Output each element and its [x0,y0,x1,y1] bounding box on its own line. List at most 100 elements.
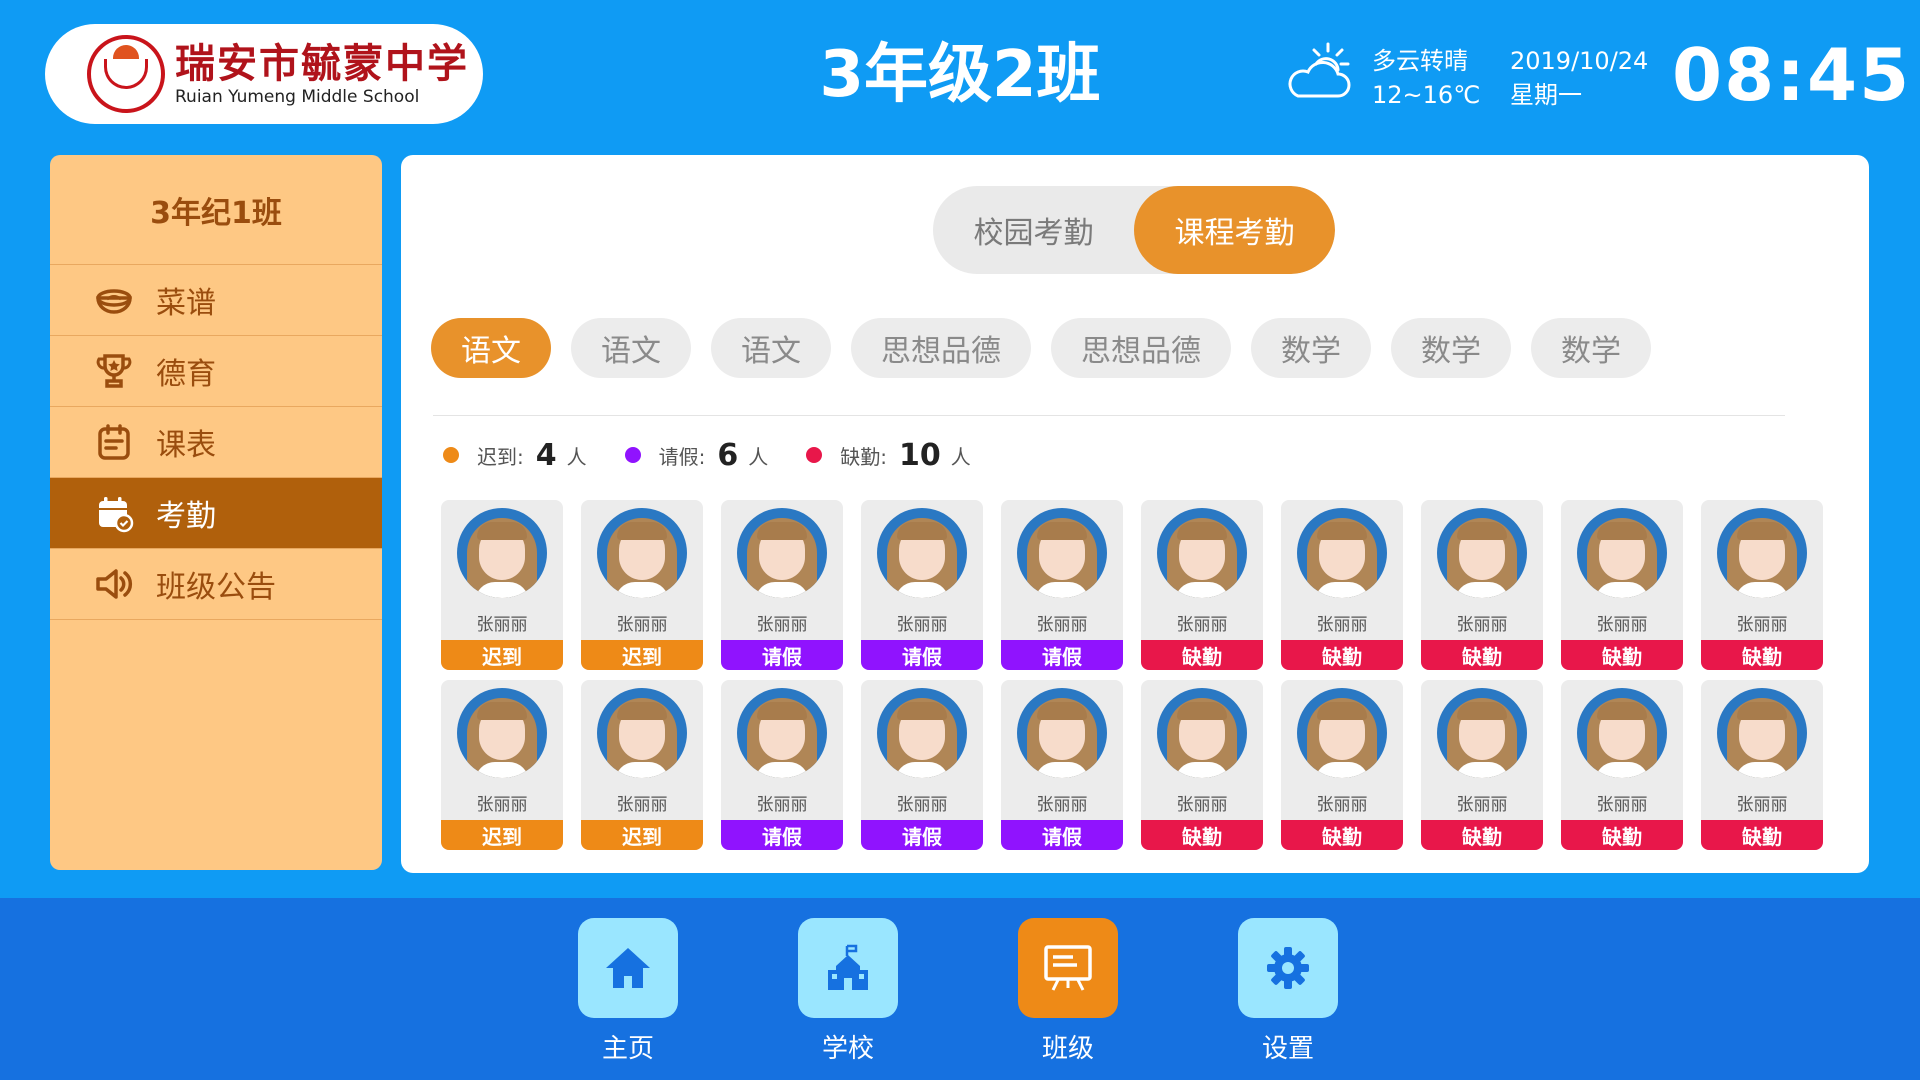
student-card[interactable]: 张丽丽 缺勤 [1421,680,1543,850]
student-card[interactable]: 张丽丽 缺勤 [1561,500,1683,670]
student-name: 张丽丽 [1736,795,1788,815]
student-avatar [457,688,547,778]
student-card[interactable]: 张丽丽 缺勤 [1141,500,1263,670]
leave-dot-icon [624,447,641,463]
date: 2019/10/24 [1510,47,1649,75]
student-card[interactable]: 张丽丽 迟到 [581,500,703,670]
student-avatar [597,508,687,598]
attendance-type-toggle: 校园考勤 课程考勤 [933,186,1335,274]
student-avatar [737,508,827,598]
student-avatar [1717,688,1807,778]
schedule-icon [98,424,130,460]
class-board-icon [1044,945,1092,991]
weather-temperature: 12~16℃ [1372,81,1481,109]
status-badge: 缺勤 [1701,820,1823,850]
sidebar-item-schedule[interactable]: 课表 [50,407,382,478]
student-card[interactable]: 张丽丽 缺勤 [1141,680,1263,850]
nav-home[interactable]: 主页 [578,918,678,1064]
subject-tab[interactable]: 数学 [1251,318,1371,378]
student-avatar [1577,688,1667,778]
nav-label: 主页 [601,1034,654,1064]
status-badge: 缺勤 [1141,820,1263,850]
nav-class[interactable]: 班级 [1018,918,1118,1064]
sidebar-item-class-notice[interactable]: 班级公告 [50,549,382,620]
subject-tab[interactable]: 语文 [431,318,551,378]
status-badge: 迟到 [441,820,563,850]
student-avatar [1157,688,1247,778]
school-emblem-icon [87,35,165,113]
stat-count: 10 [899,437,941,473]
tab-course-attendance[interactable]: 课程考勤 [1134,186,1335,274]
status-badge: 缺勤 [1561,640,1683,670]
late-dot-icon [443,447,459,463]
tab-campus-attendance[interactable]: 校园考勤 [933,186,1134,274]
absent-dot-icon [806,447,823,463]
subject-tab[interactable]: 语文 [711,318,831,378]
student-avatar [1437,508,1527,598]
status-badge: 请假 [721,820,843,850]
weather-info: 多云转晴 12~16℃ [1372,44,1480,112]
stat-unit: 人 [950,444,971,469]
student-avatar [1577,508,1667,598]
speaker-icon [96,569,133,599]
settings-gear-icon [1267,947,1309,989]
student-card[interactable]: 张丽丽 缺勤 [1701,680,1823,850]
student-card[interactable]: 张丽丽 请假 [721,500,843,670]
student-card[interactable]: 张丽丽 请假 [861,500,983,670]
student-card[interactable]: 张丽丽 缺勤 [1281,680,1403,850]
sidebar-item-menu[interactable]: 菜谱 [50,265,382,336]
student-avatar [1717,508,1807,598]
student-card[interactable]: 张丽丽 缺勤 [1421,500,1543,670]
nav-school[interactable]: 学校 [798,918,898,1064]
student-card[interactable]: 张丽丽 迟到 [441,680,563,850]
student-card[interactable]: 张丽丽 请假 [1001,500,1123,670]
student-card[interactable]: 张丽丽 缺勤 [1701,500,1823,670]
student-name: 张丽丽 [756,795,808,815]
sidebar-class-name: 3年纪1班 [50,155,382,265]
sidebar-item-moral-education[interactable]: 德育 [50,336,382,407]
nav-settings[interactable]: 设置 [1238,918,1338,1064]
student-name: 张丽丽 [476,615,528,635]
status-badge: 请假 [1001,640,1123,670]
student-card[interactable]: 张丽丽 迟到 [441,500,563,670]
weather-condition: 多云转晴 [1372,47,1468,75]
sidebar-item-attendance[interactable]: 考勤 [50,478,382,549]
sidebar-item-label: 课表 [156,428,216,463]
student-card[interactable]: 张丽丽 请假 [861,680,983,850]
sidebar-item-label: 菜谱 [156,286,216,321]
student-name: 张丽丽 [616,795,668,815]
status-badge: 迟到 [581,640,703,670]
school-name-cn: 瑞安市毓蒙中学 [175,40,469,87]
subject-tab[interactable]: 思想品德 [1051,318,1231,378]
page-title: 3年级2班 [819,38,1101,112]
sidebar-item-label: 班级公告 [156,570,276,605]
attendance-stats: 迟到: 4 人 请假: 6 人 缺勤: 10 人 [443,430,1009,480]
student-card[interactable]: 张丽丽 缺勤 [1561,680,1683,850]
divider [433,415,1785,416]
student-avatar [1017,688,1107,778]
subject-tab[interactable]: 数学 [1531,318,1651,378]
subject-tab[interactable]: 语文 [571,318,691,378]
student-name: 张丽丽 [1596,795,1648,815]
stat-unit: 人 [748,444,769,469]
clock: 08:45 [1672,33,1912,117]
bowl-icon [96,289,132,314]
student-avatar [1437,688,1527,778]
subject-tab[interactable]: 思想品德 [851,318,1031,378]
bottom-nav: 主页 学校 班级 设置 [0,898,1920,1080]
status-badge: 缺勤 [1421,820,1543,850]
subject-tabs: 语文 语文 语文 思想品德 思想品德 数学 数学 数学 [431,318,1651,378]
student-card[interactable]: 张丽丽 请假 [721,680,843,850]
school-logo: 瑞安市毓蒙中学 Ruian Yumeng Middle School [45,24,483,124]
student-card[interactable]: 张丽丽 请假 [1001,680,1123,850]
status-badge: 迟到 [581,820,703,850]
status-badge: 请假 [721,640,843,670]
date-info: 2019/10/24 星期一 [1510,44,1648,112]
subject-tab[interactable]: 数学 [1391,318,1511,378]
student-card[interactable]: 张丽丽 迟到 [581,680,703,850]
status-badge: 缺勤 [1561,820,1683,850]
student-card[interactable]: 张丽丽 缺勤 [1281,500,1403,670]
nav-label: 学校 [821,1034,874,1064]
student-name: 张丽丽 [1036,795,1088,815]
stat-absent: 缺勤: 10 人 [806,438,971,473]
